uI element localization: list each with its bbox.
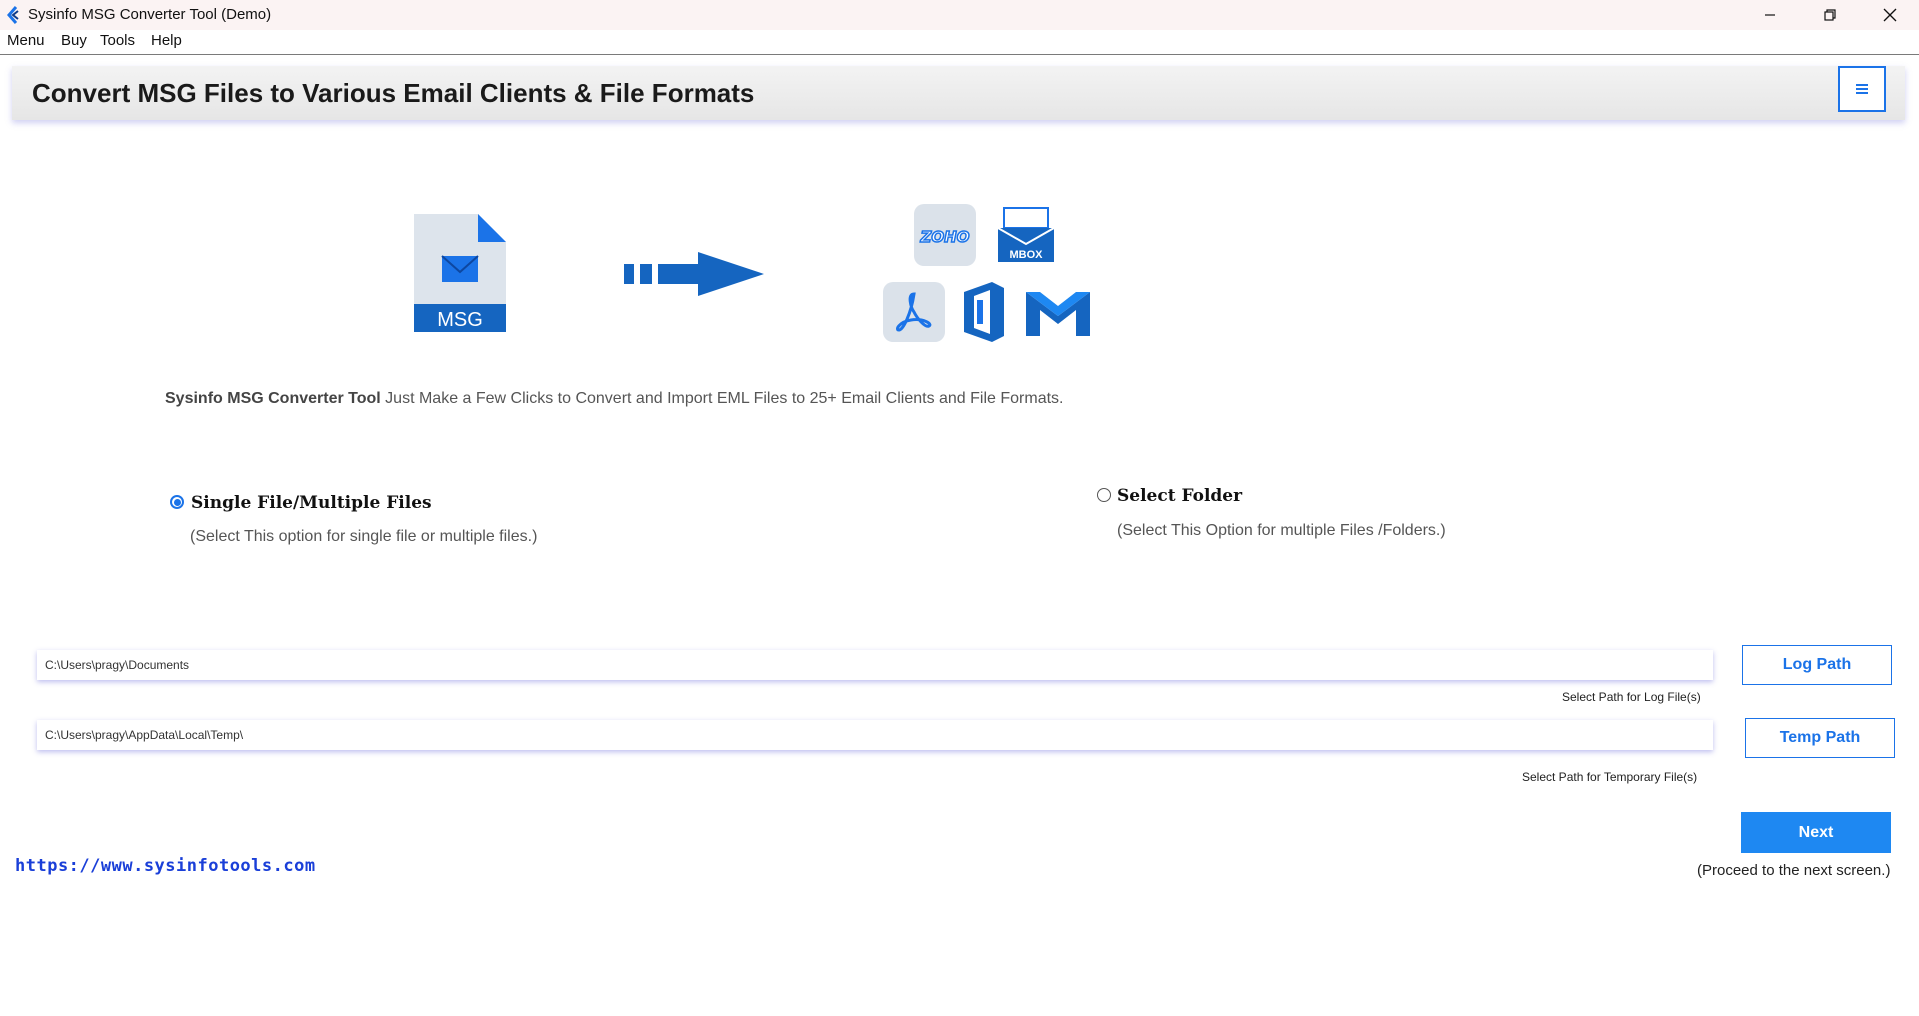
mbox-logo-icon: MBOX bbox=[997, 207, 1055, 262]
office-logo-icon bbox=[964, 282, 1004, 342]
log-path-hint: Select Path for Log File(s) bbox=[1562, 690, 1701, 704]
description-text: Just Make a Few Clicks to Convert and Im… bbox=[380, 390, 1064, 407]
gmail-logo-icon bbox=[1026, 292, 1090, 336]
minimize-button[interactable] bbox=[1740, 0, 1800, 30]
single-file-radio[interactable] bbox=[170, 495, 184, 509]
msg-file-icon: MSG bbox=[414, 214, 506, 332]
window-title: Sysinfo MSG Converter Tool (Demo) bbox=[28, 6, 272, 23]
log-path-input[interactable] bbox=[37, 650, 1713, 680]
restore-button[interactable] bbox=[1800, 0, 1860, 30]
mbox-label: MBOX bbox=[1010, 249, 1044, 261]
zoho-logo-icon: ZOHO bbox=[914, 204, 976, 266]
header-bar: Convert MSG Files to Various Email Clien… bbox=[12, 66, 1905, 120]
msg-label: MSG bbox=[437, 309, 483, 331]
select-folder-label[interactable]: Select Folder bbox=[1117, 486, 1242, 506]
next-hint: (Proceed to the next screen.) bbox=[1697, 862, 1891, 879]
temp-path-hint: Select Path for Temporary File(s) bbox=[1522, 770, 1698, 784]
zoho-label: ZOHO bbox=[920, 228, 970, 246]
app-logo-icon bbox=[7, 6, 19, 24]
close-icon bbox=[1883, 8, 1897, 22]
select-folder-hint: (Select This Option for multiple Files /… bbox=[1117, 522, 1446, 539]
page-title: Convert MSG Files to Various Email Clien… bbox=[32, 78, 755, 108]
minimize-icon bbox=[1765, 14, 1775, 16]
single-file-label[interactable]: Single File/Multiple Files bbox=[191, 493, 432, 513]
temp-path-input[interactable] bbox=[37, 720, 1713, 750]
website-link[interactable]: https://www.sysinfotools.com bbox=[15, 856, 316, 876]
menu-item-help[interactable]: Help bbox=[151, 32, 182, 49]
close-button[interactable] bbox=[1860, 0, 1919, 30]
select-folder-radio[interactable] bbox=[1097, 488, 1111, 502]
brand-name: Sysinfo MSG Converter Tool bbox=[165, 390, 381, 407]
menu-item-menu[interactable]: Menu bbox=[7, 32, 45, 49]
temp-path-button[interactable]: Temp Path bbox=[1745, 718, 1895, 758]
next-button[interactable]: Next bbox=[1741, 812, 1891, 853]
log-path-button[interactable]: Log Path bbox=[1742, 645, 1892, 685]
menu-item-buy[interactable]: Buy bbox=[61, 32, 87, 49]
menu-item-tools[interactable]: Tools bbox=[100, 32, 135, 49]
hamburger-icon bbox=[1856, 84, 1868, 94]
title-bar bbox=[0, 0, 1919, 30]
hamburger-menu-button[interactable] bbox=[1838, 66, 1886, 112]
restore-icon bbox=[1824, 9, 1836, 21]
tool-description: Sysinfo MSG Converter Tool Just Make a F… bbox=[165, 390, 1064, 408]
menu-bar bbox=[0, 30, 1919, 55]
single-file-hint: (Select This option for single file or m… bbox=[190, 528, 538, 545]
pdf-logo-icon bbox=[883, 282, 945, 342]
arrow-right-icon bbox=[624, 252, 764, 296]
